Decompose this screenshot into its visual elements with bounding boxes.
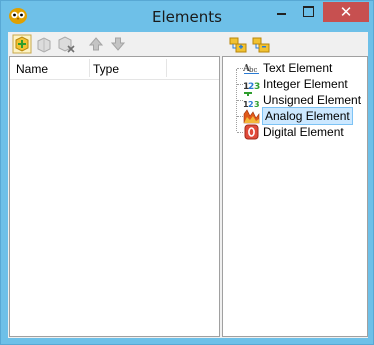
svg-text:3: 3 (254, 82, 260, 92)
integer-element-icon: 1 2 3 (243, 82, 260, 92)
edit-element-button[interactable] (34, 34, 54, 54)
close-icon: ✕ (339, 3, 353, 21)
move-down-icon (110, 37, 126, 51)
add-element-icon (12, 34, 32, 54)
element-types-tree[interactable]: A bc Text Element 1 2 3 Integer Element (222, 56, 368, 337)
move-down-button[interactable] (108, 34, 128, 54)
svg-text:2: 2 (248, 100, 254, 108)
unsigned-element-icon: 1 2 3 (243, 92, 260, 108)
expand-all-button[interactable] (228, 35, 248, 55)
maximize-icon (303, 6, 314, 17)
tree-item-label: Digital Element (263, 125, 344, 139)
minimize-icon (277, 13, 286, 15)
title-bar[interactable]: Elements ✕ (1, 1, 373, 32)
move-up-icon (88, 37, 104, 51)
tree-item-label: Integer Element (263, 77, 348, 91)
collapse-all-button[interactable] (251, 35, 271, 55)
move-up-button[interactable] (86, 34, 106, 54)
minimize-button[interactable] (268, 2, 295, 22)
column-header-name[interactable]: Name (16, 62, 48, 76)
maximize-button[interactable] (295, 2, 322, 22)
edit-element-icon (37, 37, 51, 53)
tree-item-label: Text Element (263, 61, 333, 75)
digital-element-icon (244, 124, 259, 140)
elements-window: Elements ✕ Name Type A bc Text Element 1… (0, 0, 374, 345)
delete-element-icon (58, 36, 75, 53)
delete-element-button[interactable] (56, 34, 76, 54)
expand-all-icon (229, 37, 247, 53)
analog-element-icon (243, 109, 260, 124)
svg-text:bc: bc (249, 66, 257, 74)
tree-item-label: Analog Element (262, 107, 353, 125)
tree-item-label: Unsigned Element (263, 93, 362, 107)
elements-list[interactable]: Name Type (9, 56, 220, 337)
text-element-icon: A bc (243, 64, 259, 74)
svg-text:3: 3 (254, 100, 260, 108)
close-button[interactable]: ✕ (323, 2, 369, 22)
list-header: Name Type (10, 57, 219, 80)
collapse-all-icon (252, 37, 270, 53)
column-header-type[interactable]: Type (93, 62, 119, 76)
column-divider[interactable] (166, 59, 167, 77)
add-element-button[interactable] (12, 34, 32, 54)
client-area: Name Type A bc Text Element 1 2 3 Intege… (8, 32, 368, 338)
column-divider[interactable] (89, 59, 90, 77)
